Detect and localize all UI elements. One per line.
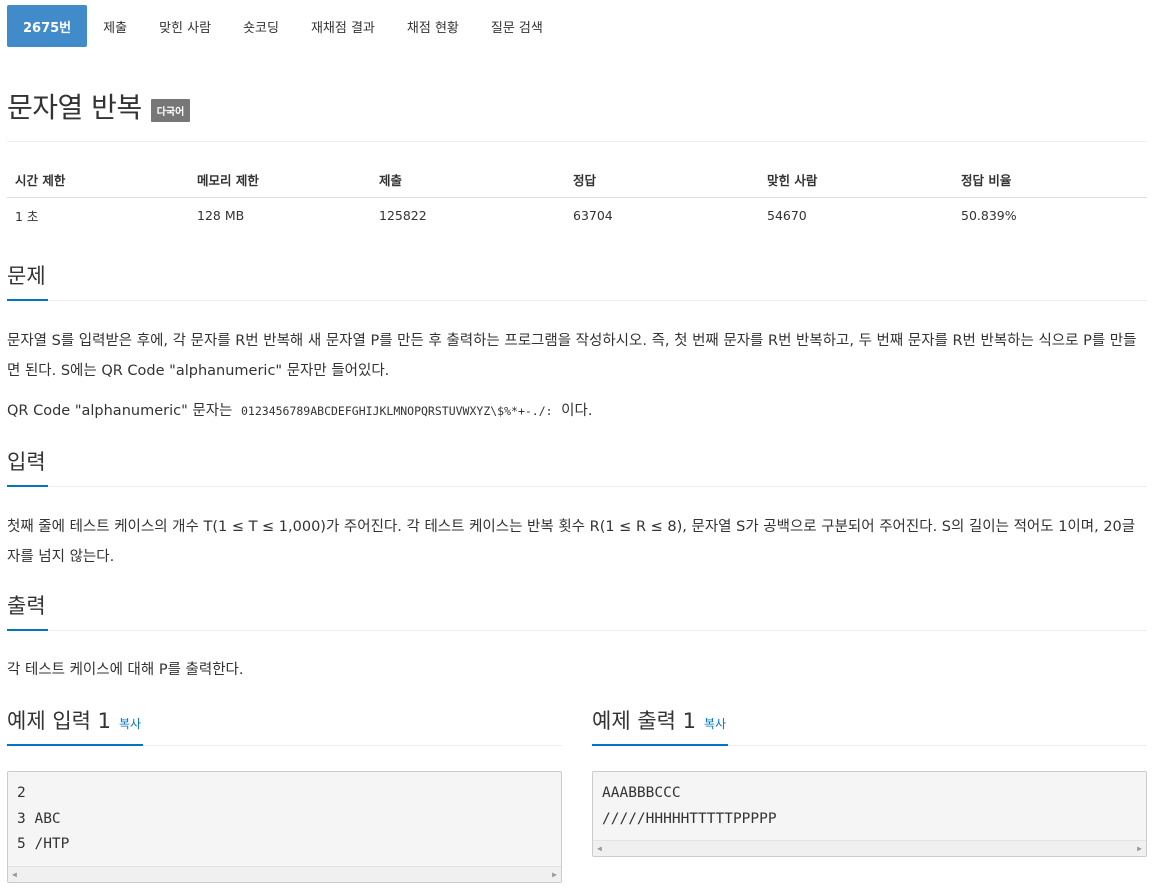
- table-header-row: 시간 제한 메모리 제한 제출 정답 맞힌 사람 정답 비율: [7, 162, 1147, 198]
- memory-limit-value: 128 MB: [197, 208, 245, 224]
- multilingual-badge[interactable]: 다국어: [150, 98, 191, 122]
- sample-input-line: 2: [17, 785, 26, 801]
- sample-output-line: AAABBBCCC: [602, 785, 681, 801]
- time-limit-value: 1 초: [15, 209, 39, 225]
- tab-solved-users[interactable]: 맞힌 사람: [143, 5, 227, 47]
- tab-judge-status[interactable]: 채점 현황: [391, 5, 475, 47]
- copy-sample-output-button[interactable]: 복사: [704, 717, 726, 731]
- solved-users-value: 54670: [767, 208, 807, 224]
- submissions-value: 125822: [379, 208, 427, 224]
- divider: [7, 141, 1147, 142]
- tab-short-coding[interactable]: 숏코딩: [227, 5, 295, 47]
- page-title: 문자열 반복: [7, 91, 142, 124]
- scroll-left-arrow-icon[interactable]: ◀: [597, 844, 602, 853]
- header-solved-users: 맞힌 사람: [759, 162, 953, 198]
- scroll-right-arrow-icon[interactable]: ▶: [552, 870, 557, 879]
- scroll-left-arrow-icon[interactable]: ◀: [12, 870, 17, 879]
- alphanumeric-text-prefix: QR Code "alphanumeric" 문자는: [7, 403, 233, 419]
- tab-question-search[interactable]: 질문 검색: [475, 5, 559, 47]
- sample-input-lines: 2 3 ABC 5 /HTP: [8, 772, 561, 858]
- tab-problem[interactable]: 2675번: [7, 5, 88, 47]
- description-paragraph: 문자열 S를 입력받은 후에, 각 문자를 R번 반복해 새 문자열 P를 만든…: [7, 333, 1137, 379]
- sample-input-heading: 예제 입력 1 복사: [7, 706, 144, 746]
- scroll-right-arrow-icon[interactable]: ▶: [1137, 844, 1142, 853]
- sample-output-box[interactable]: AAABBBCCC /////HHHHHTTTTTPPPPP ◀ ▶: [592, 771, 1147, 857]
- sample-input-line: 3 ABC: [17, 810, 61, 827]
- problem-title-row: 문자열 반복 다국어: [7, 86, 191, 126]
- header-submissions: 제출: [371, 162, 565, 198]
- problem-nav-tabs: 2675번 제출 맞힌 사람 숏코딩 재채점 결과 채점 현황 질문 검색: [7, 5, 559, 47]
- sample-output-scrollbar[interactable]: ◀ ▶: [593, 840, 1146, 856]
- description-section-header: 문제: [7, 261, 1147, 301]
- sample-output-section-header: 예제 출력 1 복사: [592, 706, 1147, 746]
- accepted-value: 63704: [573, 208, 613, 224]
- input-paragraph: 첫째 줄에 테스트 케이스의 개수 T(1 ≤ T ≤ 1,000)가 주어진다…: [7, 519, 1136, 565]
- sample-output-heading: 예제 출력 1 복사: [592, 706, 729, 746]
- problem-info-table: 시간 제한 메모리 제한 제출 정답 맞힌 사람 정답 비율 1 초 128 M…: [7, 162, 1147, 234]
- output-section-header: 출력: [7, 591, 1147, 631]
- input-heading: 입력: [7, 447, 48, 487]
- tab-rejudge-results[interactable]: 재채점 결과: [295, 5, 391, 47]
- sample-input-box[interactable]: 2 3 ABC 5 /HTP ◀ ▶: [7, 771, 562, 883]
- copy-sample-input-button[interactable]: 복사: [119, 717, 141, 731]
- accept-ratio-value: 50.839%: [961, 208, 1017, 224]
- output-heading: 출력: [7, 591, 48, 631]
- sample-input-title: 예제 입력 1: [7, 709, 111, 733]
- sample-input-section-header: 예제 입력 1 복사: [7, 706, 562, 746]
- description-heading: 문제: [7, 261, 48, 301]
- tab-submit[interactable]: 제출: [87, 5, 143, 47]
- sample-input-line: 5 /HTP: [17, 836, 70, 852]
- sample-input-scrollbar[interactable]: ◀ ▶: [8, 866, 561, 882]
- alphanumeric-charset-code: 0123456789ABCDEFGHIJKLMNOPQRSTUVWXYZ\$%*…: [241, 404, 553, 418]
- alphanumeric-text-suffix: 이다.: [561, 403, 593, 419]
- header-accepted: 정답: [565, 162, 759, 198]
- header-time-limit: 시간 제한: [7, 162, 189, 198]
- sample-output-title: 예제 출력 1: [592, 709, 696, 733]
- sample-output-line: /////HHHHHTTTTTPPPPP: [602, 810, 777, 827]
- output-paragraph: 각 테스트 케이스에 대해 P를 출력한다.: [7, 662, 244, 678]
- alphanumeric-paragraph: QR Code "alphanumeric" 문자는 0123456789ABC…: [7, 396, 1147, 426]
- sample-output-lines: AAABBBCCC /////HHHHHTTTTTPPPPP: [593, 772, 1146, 832]
- header-memory-limit: 메모리 제한: [189, 162, 371, 198]
- input-section-header: 입력: [7, 447, 1147, 487]
- table-row: 1 초 128 MB 125822 63704 54670 50.839%: [7, 198, 1147, 234]
- header-accept-ratio: 정답 비율: [953, 162, 1147, 198]
